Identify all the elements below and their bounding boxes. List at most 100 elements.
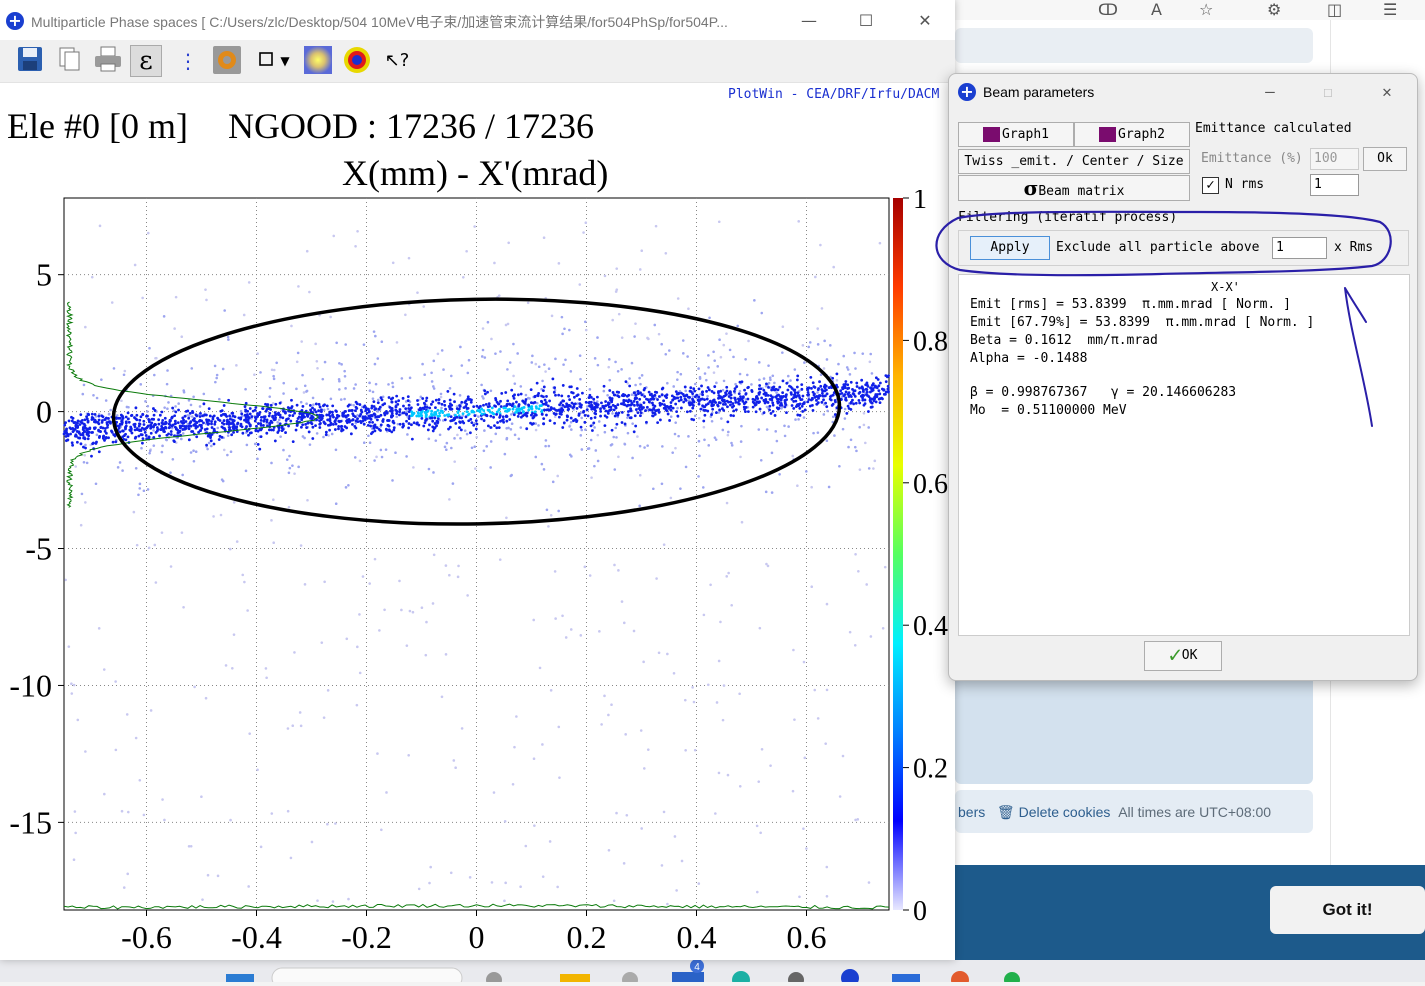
core-particle <box>701 393 704 397</box>
core-particle <box>225 419 229 423</box>
core-particle <box>318 413 321 417</box>
core-particle <box>100 414 104 418</box>
close-button[interactable]: ✕ <box>902 5 948 37</box>
core-particle <box>688 403 692 407</box>
core-particle <box>676 414 680 418</box>
exclude-rms-input[interactable]: 1 <box>1272 237 1327 259</box>
mid-halo-particle <box>554 357 557 361</box>
core-particle <box>589 405 593 409</box>
mid-halo-particle <box>239 409 243 413</box>
halo-particle <box>738 692 741 696</box>
beam-matrix-button[interactable]: σBeam matrix <box>958 175 1190 201</box>
help-cursor-icon[interactable]: ↖? <box>381 45 413 77</box>
mid-halo-particle <box>480 355 484 358</box>
core-particle <box>305 426 308 429</box>
halo-particle <box>803 756 807 760</box>
core-particle <box>502 420 506 424</box>
core-particle <box>860 378 864 382</box>
dialog-minimize-button[interactable]: — <box>1247 76 1293 108</box>
graph2-button[interactable]: Graph2 <box>1074 122 1190 147</box>
core-particle <box>317 409 321 413</box>
halo-particle <box>503 899 506 903</box>
mid-halo-particle <box>616 369 620 373</box>
n-rms-checkbox[interactable]: ✓ <box>1202 177 1219 194</box>
dialog-maximize-button[interactable]: ☐ <box>1305 76 1351 108</box>
members-link[interactable]: bers <box>958 804 985 820</box>
text-size-icon[interactable]: A <box>1151 0 1162 19</box>
core-particle <box>486 405 490 408</box>
dropdown-arrow-icon[interactable]: ▼ <box>276 45 294 77</box>
core-particle <box>408 407 412 411</box>
core-particle <box>492 412 496 416</box>
core-particle <box>592 397 596 401</box>
colorbar-tick-label: 0.8 <box>913 326 948 357</box>
core-particle <box>669 401 673 404</box>
mid-halo-particle <box>282 381 286 385</box>
emittance-percent-input[interactable]: 100 <box>1310 148 1359 170</box>
mid-halo-particle <box>513 382 517 385</box>
core-particle <box>624 380 628 384</box>
dialog-ok-button[interactable]: ✓OK <box>1144 641 1222 671</box>
collections-icon[interactable]: ☰ <box>1383 0 1397 19</box>
core-particle <box>157 418 161 422</box>
core-particle <box>612 408 616 412</box>
dialog-close-button[interactable]: ✕ <box>1364 76 1410 108</box>
extensions-icon[interactable]: ⚙ <box>1267 0 1281 19</box>
mid-halo-particle <box>596 363 600 367</box>
mid-halo-particle <box>524 393 528 397</box>
core-particle <box>187 424 191 428</box>
mid-halo-particle <box>682 352 685 355</box>
epsilon-icon[interactable]: ε <box>130 45 162 77</box>
halo-particle <box>248 732 251 735</box>
core-particle <box>499 399 502 403</box>
core-particle <box>606 411 610 415</box>
core-particle <box>244 401 248 405</box>
list-icon[interactable]: ⋮ <box>172 45 204 77</box>
twiss-tab-button[interactable]: Twiss _emit. / Center / Size <box>958 149 1190 174</box>
print-icon[interactable] <box>92 45 124 77</box>
core-particle <box>746 410 750 414</box>
core-particle <box>300 418 304 422</box>
maximize-button[interactable]: ☐ <box>843 5 889 37</box>
core-particle <box>293 411 297 415</box>
apply-button[interactable]: Apply <box>970 236 1050 260</box>
read-aloud-icon[interactable]: ↀ <box>1098 0 1118 19</box>
core-particle <box>248 424 252 428</box>
mid-halo-particle <box>450 446 453 450</box>
core-particle <box>801 394 805 398</box>
settings-icon[interactable] <box>211 45 243 77</box>
split-screen-icon[interactable]: ◫ <box>1327 0 1342 19</box>
copy-icon[interactable] <box>53 45 85 77</box>
mid-halo-particle <box>794 418 797 421</box>
core-particle <box>129 425 133 429</box>
mid-halo-particle <box>202 392 206 396</box>
core-particle <box>239 416 243 420</box>
core-particle <box>334 417 338 420</box>
halo-particle <box>431 602 435 605</box>
core-particle <box>420 416 424 420</box>
mid-halo-particle <box>677 434 680 438</box>
emittance-ok-button[interactable]: Ok <box>1363 147 1407 171</box>
density-map-icon[interactable] <box>302 45 334 77</box>
favorite-star-icon[interactable]: ☆ <box>1199 0 1213 19</box>
core-particle <box>769 394 773 398</box>
graph1-button[interactable]: Graph1 <box>958 122 1074 147</box>
core-particle <box>689 409 692 413</box>
mid-halo-particle <box>679 372 683 376</box>
halo-particle <box>453 460 456 463</box>
core-particle <box>126 417 130 421</box>
cookie-accept-button[interactable]: Got it! <box>1270 886 1425 934</box>
mid-halo-particle <box>638 376 641 380</box>
save-icon[interactable] <box>14 45 46 77</box>
halo-particle <box>691 686 694 689</box>
core-particle <box>422 401 426 405</box>
n-rms-input[interactable]: 1 <box>1310 174 1359 196</box>
delete-cookies-link[interactable]: Delete cookies <box>1019 804 1111 820</box>
minimize-button[interactable]: — <box>786 5 832 37</box>
core-particle <box>82 445 85 449</box>
phase-space-plot: -0.6 -0.4 -0.2 0 0.2 0.4 0.6 50-5-10-15 10.80.… <box>9 190 948 955</box>
core-particle <box>388 406 392 409</box>
mid-halo-particle <box>192 449 195 453</box>
core-particle <box>433 411 437 414</box>
target-icon[interactable] <box>341 45 373 77</box>
